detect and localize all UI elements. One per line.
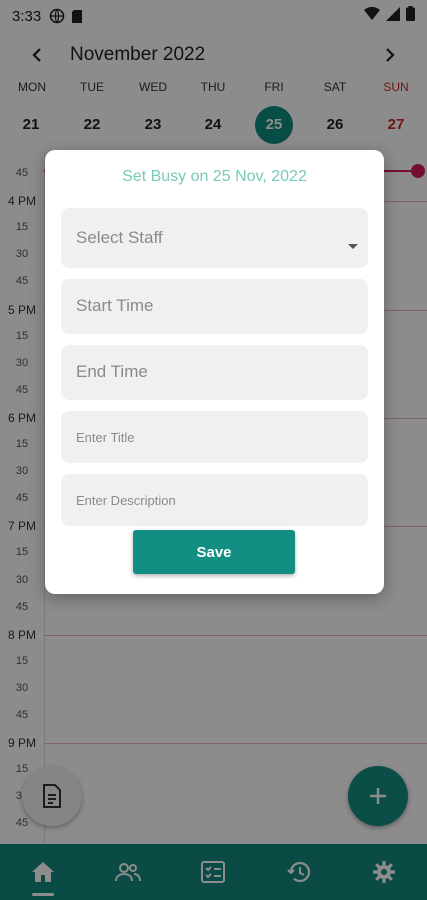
description-placeholder: Enter Description [76,493,176,508]
set-busy-dialog: Set Busy on 25 Nov, 2022 Select Staff St… [45,150,384,594]
dropdown-arrow-icon [348,244,358,249]
select-staff-dropdown[interactable]: Select Staff [61,208,368,268]
title-input[interactable]: Enter Title [61,411,368,463]
description-input[interactable]: Enter Description [61,474,368,526]
dialog-title: Set Busy on 25 Nov, 2022 [122,168,307,185]
end-time-placeholder: End Time [76,362,148,381]
title-placeholder: Enter Title [76,430,135,445]
save-button[interactable]: Save [133,530,295,574]
start-time-placeholder: Start Time [76,296,154,315]
start-time-field[interactable]: Start Time [61,279,368,334]
end-time-field[interactable]: End Time [61,345,368,400]
select-staff-label: Select Staff [76,228,163,247]
